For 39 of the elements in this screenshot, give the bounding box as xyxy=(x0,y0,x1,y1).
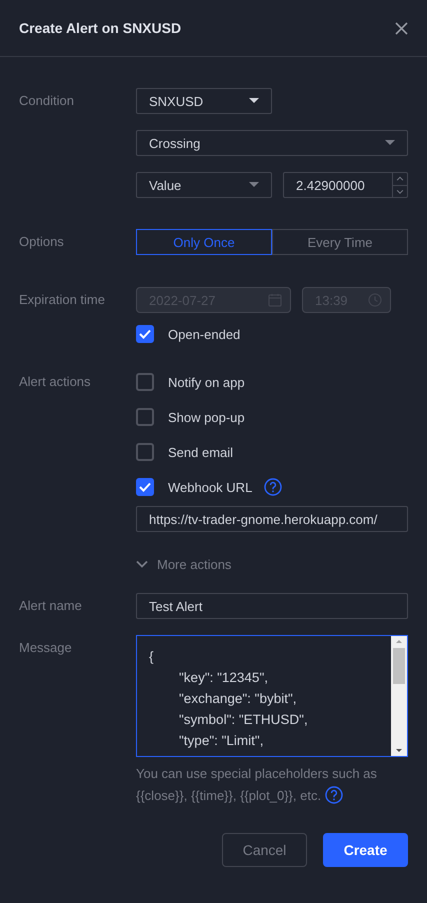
checkbox[interactable] xyxy=(136,478,154,496)
alert-name-field[interactable]: Test Alert xyxy=(136,593,408,619)
condition-dropdown[interactable]: Crossing xyxy=(136,130,408,156)
close-icon[interactable] xyxy=(395,22,408,34)
source-dropdown[interactable]: Value xyxy=(136,172,272,198)
help-icon[interactable] xyxy=(325,786,344,804)
message-field[interactable]: { "key": "12345", "exchange": "bybit", "symbol": "ETHUSD", "type": "Limit", xyxy=(136,635,408,757)
field-label: Alert actions xyxy=(19,373,92,391)
calendar-icon xyxy=(268,293,282,307)
more-actions-link[interactable]: More actions xyxy=(136,552,232,576)
checkbox-label[interactable]: Send email xyxy=(168,444,234,460)
cancel-button[interactable]: Cancel xyxy=(222,833,307,867)
checkbox-label[interactable]: Webhook URL xyxy=(168,480,252,494)
option-toggle[interactable]: Every Time xyxy=(272,229,408,255)
window-title: Create Alert on SNXUSD xyxy=(19,20,182,36)
hint-text: You can use special placeholders such as xyxy=(136,766,377,781)
caret-icon xyxy=(249,182,259,188)
field-label: Message xyxy=(19,639,73,657)
webhook-url-field[interactable]: https://tv-trader-gnome.herokuapp.com/ xyxy=(136,506,408,532)
help-icon[interactable] xyxy=(264,478,282,496)
checkbox[interactable] xyxy=(136,443,154,461)
field-label: Expiration time xyxy=(19,291,106,309)
field-label: Options xyxy=(19,233,65,251)
checkbox-label[interactable]: Show pop-up xyxy=(168,410,245,424)
symbol-dropdown[interactable]: SNXUSD xyxy=(136,88,272,114)
field-label: Alert name xyxy=(19,597,83,615)
checkbox[interactable] xyxy=(136,373,154,391)
create-button[interactable]: Create xyxy=(323,833,408,867)
checkbox[interactable] xyxy=(136,408,154,426)
clock-icon xyxy=(368,293,382,307)
scrollbar[interactable] xyxy=(391,636,407,756)
hint-text: {{close}}, {{time}}, {{plot_0}}, etc. xyxy=(136,788,322,803)
chevron-down-icon xyxy=(136,560,148,568)
checkbox-label[interactable]: Notify on app xyxy=(168,374,245,390)
caret-icon xyxy=(385,140,395,146)
value-input[interactable]: 2.42900000 xyxy=(283,172,408,198)
caret-icon xyxy=(249,98,259,104)
field-label: Condition xyxy=(19,92,75,110)
scroll-thumb[interactable] xyxy=(393,648,405,684)
